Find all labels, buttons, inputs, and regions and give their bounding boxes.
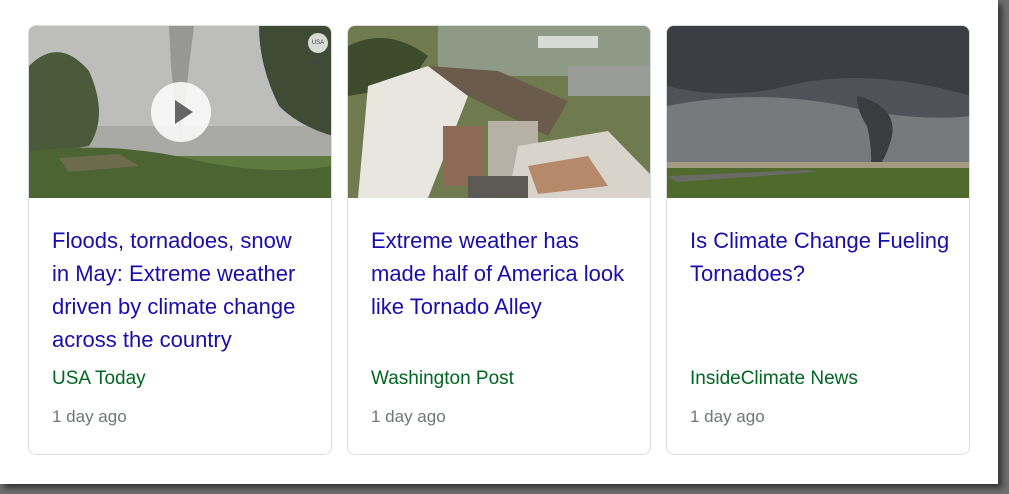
play-icon[interactable] bbox=[151, 82, 211, 142]
news-card-timestamp: 1 day ago bbox=[371, 407, 446, 426]
news-card-title[interactable]: Is Climate Change Fueling Tornadoes? bbox=[690, 224, 952, 290]
source-logo-badge: USA TODAY bbox=[308, 33, 328, 66]
news-card-timestamp: 1 day ago bbox=[52, 407, 127, 426]
news-card-timestamp: 1 day ago bbox=[690, 407, 765, 426]
news-carousel-frame: USA TODAY Floods, tornadoes, snow in May… bbox=[0, 0, 998, 484]
news-card[interactable]: Extreme weather has made half of America… bbox=[347, 25, 651, 455]
news-card-title[interactable]: Extreme weather has made half of America… bbox=[371, 224, 633, 323]
news-thumbnail-video[interactable]: USA TODAY bbox=[29, 26, 331, 198]
news-card[interactable]: USA TODAY Floods, tornadoes, snow in May… bbox=[28, 25, 332, 455]
news-card[interactable]: Is Climate Change Fueling Tornadoes? Ins… bbox=[666, 25, 970, 455]
news-thumbnail[interactable] bbox=[348, 26, 650, 198]
news-card-title[interactable]: Floods, tornadoes, snow in May: Extreme … bbox=[52, 224, 314, 356]
news-card-source: USA Today bbox=[52, 368, 146, 389]
news-card-source: InsideClimate News bbox=[690, 368, 858, 389]
news-card-source: Washington Post bbox=[371, 368, 514, 389]
news-thumbnail[interactable] bbox=[667, 26, 969, 198]
